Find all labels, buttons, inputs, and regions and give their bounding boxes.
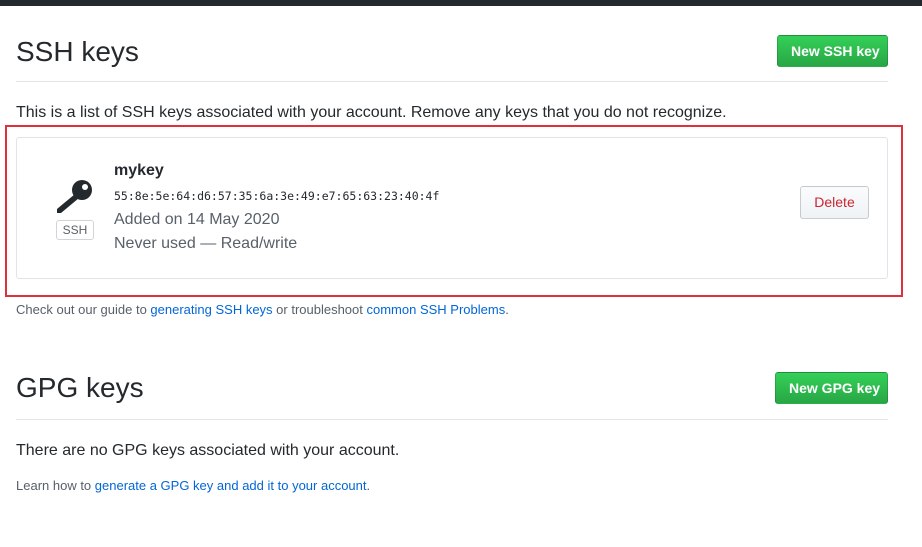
ssh-guide-middle: or troubleshoot xyxy=(272,302,367,317)
ssh-section-title: SSH keys xyxy=(16,36,139,67)
highlight-annotation-box xyxy=(5,125,903,297)
gpg-section-header: GPG keys xyxy=(16,368,888,420)
gpg-empty-text: There are no GPG keys associated with yo… xyxy=(16,442,400,459)
gpg-learn-text: Learn how to generate a GPG key and add … xyxy=(16,478,370,493)
ssh-guide-prefix: Check out our guide to xyxy=(16,302,151,317)
gpg-section-title: GPG keys xyxy=(16,372,144,403)
top-header-bar xyxy=(0,0,922,6)
gpg-learn-suffix: . xyxy=(366,478,371,493)
ssh-section-header: SSH keys xyxy=(16,32,888,82)
new-ssh-key-button[interactable]: New SSH key xyxy=(777,35,888,67)
new-gpg-key-button[interactable]: New GPG key xyxy=(775,372,888,404)
ssh-guide-suffix: . xyxy=(505,302,509,317)
gpg-learn-prefix: Learn how to xyxy=(16,478,95,493)
generating-ssh-keys-link[interactable]: generating SSH keys xyxy=(150,302,272,317)
common-ssh-problems-link[interactable]: common SSH Problems xyxy=(367,302,506,317)
ssh-description: This is a list of SSH keys associated wi… xyxy=(16,104,727,121)
ssh-guide-text: Check out our guide to generating SSH ke… xyxy=(16,302,509,317)
generate-gpg-key-link[interactable]: generate a GPG key and add it to your ac… xyxy=(95,478,367,493)
